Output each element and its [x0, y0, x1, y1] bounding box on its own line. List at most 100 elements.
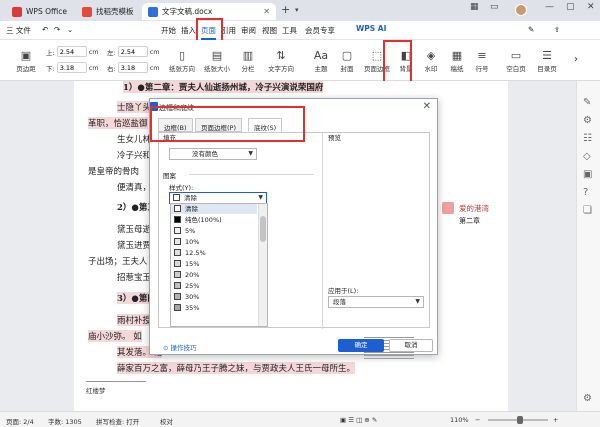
chevron-down-icon[interactable]: ▾	[295, 6, 299, 14]
doc-line: 庙小沙弥。 如	[88, 330, 142, 342]
layout-icon[interactable]: ▭	[490, 2, 499, 12]
doc-line: 子出场；王夫人	[88, 257, 148, 267]
top-margin-field[interactable]: 上: cm	[46, 46, 99, 57]
shape-icon[interactable]: ◇	[583, 151, 591, 162]
watermark-button[interactable]: ◈ 水印	[420, 48, 442, 73]
menu-home[interactable]: 开始	[161, 25, 176, 36]
menu-view[interactable]: 视图	[262, 25, 277, 36]
wps-ai-button[interactable]: WPS AI	[356, 24, 386, 33]
style-option[interactable]: 5%	[171, 226, 257, 236]
toc-page-button[interactable]: ☰ 目录页	[534, 48, 560, 73]
ribbon-page: ▣ 页边距 上: cm 下: cm 左: cm 右: cm ▯ 纸张方向 ▤ 纸…	[0, 40, 600, 81]
style-label: 样式(Y):	[169, 184, 194, 192]
share-icon[interactable]: ⇪	[554, 25, 560, 34]
style-option[interactable]: 纯色(100%)	[171, 215, 257, 225]
sliders-icon[interactable]: ☷	[583, 133, 592, 144]
adjust-icon[interactable]: ⚙	[583, 115, 592, 126]
apply-to-select[interactable]: 段落 ▼	[328, 296, 424, 308]
highlight-page-menu	[196, 18, 223, 42]
image-icon[interactable]: ▣	[583, 169, 592, 180]
menu-bar: 三 文件 ↶ ↷ ⌄ 开始 插入 页面 引用 审阅 视图 工具 会员专享 WPS…	[0, 21, 600, 40]
grid-icon[interactable]: ▦	[470, 2, 479, 12]
dropdown-scrollbar[interactable]	[258, 204, 267, 326]
line-number-button[interactable]: ≡ 行号	[471, 48, 493, 73]
zoom-in-icon[interactable]: +	[553, 416, 558, 424]
doc-line: 黛玉母逝	[117, 225, 152, 235]
proofread-button[interactable]: 校对	[160, 416, 173, 426]
tab-docer-templates[interactable]: 找稻壳模板	[76, 3, 142, 20]
left-margin-field[interactable]: 左: cm	[107, 46, 160, 57]
chevron-down-icon: ▼	[415, 298, 420, 305]
style-option[interactable]: 15%	[171, 259, 257, 269]
orientation-button[interactable]: ▯ 纸张方向	[167, 48, 197, 73]
left-margin-input[interactable]	[117, 46, 148, 57]
comment-icon[interactable]: ✎	[528, 25, 534, 34]
close-tab-icon[interactable]: ✕	[263, 7, 270, 16]
zoom-out-icon[interactable]: −	[475, 416, 480, 424]
orientation-icon: ▯	[178, 49, 186, 62]
spell-check-status[interactable]: 拼写检查: 打开	[96, 416, 139, 426]
highlight-page-border	[383, 40, 412, 83]
menu-review[interactable]: 审阅	[241, 25, 256, 36]
dialog-close-icon[interactable]: ✕	[423, 101, 431, 112]
pen-icon[interactable]: ✎	[583, 97, 591, 108]
style-option[interactable]: 35%	[171, 303, 257, 313]
paper-size-icon: ▤	[211, 49, 223, 62]
divider	[189, 174, 314, 175]
tab-wps-office[interactable]: WPS Office	[6, 3, 76, 20]
avatar[interactable]	[515, 4, 527, 16]
undo-icon[interactable]: ↶	[42, 25, 48, 34]
style-option[interactable]: 10%	[171, 237, 257, 247]
fill-color-select[interactable]: 没有颜色 ▼	[169, 148, 257, 160]
zoom-level[interactable]: 110%	[450, 416, 469, 424]
top-margin-input[interactable]	[56, 46, 87, 57]
bookmark-icon[interactable]: ❏	[583, 205, 592, 216]
redo-icon[interactable]: ↷	[54, 25, 60, 34]
help-icon[interactable]: ?	[583, 187, 588, 198]
cover-button[interactable]: ▢ 封面	[336, 48, 358, 73]
menu-member[interactable]: 会员专享	[305, 25, 335, 36]
page-indicator[interactable]: 页面: 2/4	[6, 416, 34, 426]
minimize-icon[interactable]: —	[545, 2, 554, 12]
blank-page-button[interactable]: ▭ 空白页	[503, 48, 529, 73]
style-option[interactable]: 25%	[171, 281, 257, 291]
new-tab-icon[interactable]: +	[281, 3, 290, 16]
paper-size-button[interactable]: ▤ 纸张大小	[202, 48, 232, 73]
doc-line: 革职，恰巡盐御	[88, 117, 148, 129]
footnote: 红楼梦	[86, 381, 146, 395]
style-option[interactable]: 20%	[171, 270, 257, 280]
right-sidebar: ✎ ⚙ ☷ ◇ ▣ ? ❏ ⚙	[576, 81, 600, 411]
close-window-icon[interactable]: ✕	[587, 2, 595, 12]
more-icon[interactable]: ⌄	[67, 25, 73, 34]
ribbon-more-icon[interactable]: ›	[574, 54, 578, 65]
word-count[interactable]: 字数: 1305	[48, 416, 82, 426]
margins-button[interactable]: ▣ 页边距	[14, 48, 38, 73]
right-margin-field[interactable]: 右: cm	[107, 62, 160, 73]
ok-button[interactable]: 确定	[338, 339, 384, 352]
manuscript-icon: ▦	[451, 49, 463, 62]
cancel-button[interactable]: 取消	[389, 339, 433, 352]
bottom-margin-field[interactable]: 下: cm	[46, 62, 99, 73]
right-margin-input[interactable]	[117, 62, 148, 73]
style-option[interactable]: 30%	[171, 292, 257, 302]
tips-link[interactable]: ⊙ 操作技巧	[163, 342, 197, 352]
manuscript-button[interactable]: ▦ 稿纸	[446, 48, 468, 73]
menu-references[interactable]: 引用	[221, 25, 236, 36]
comment-text: 第二章	[459, 217, 480, 225]
theme-button[interactable]: Aa 主题	[310, 48, 332, 73]
zoom-slider-handle[interactable]	[517, 416, 523, 424]
settings-icon[interactable]: ⚙	[583, 393, 592, 404]
style-option[interactable]: 清除	[171, 204, 257, 214]
columns-button[interactable]: ▥ 分栏	[236, 48, 260, 73]
style-option[interactable]: 12.5%	[171, 248, 257, 258]
menu-tools[interactable]: 工具	[282, 25, 297, 36]
text-direction-button[interactable]: ⇅ 文字方向	[264, 48, 298, 73]
doc-line: 是皇帝的骨肉	[88, 167, 140, 177]
menu-file[interactable]: 三 文件	[6, 25, 31, 36]
bottom-margin-input[interactable]	[56, 62, 87, 73]
maximize-icon[interactable]: ▢	[566, 2, 575, 12]
docer-icon	[82, 6, 92, 17]
menu-insert[interactable]: 插入	[181, 25, 196, 36]
style-dropdown-list[interactable]: 清除 纯色(100%) 5% 10% 12.5% 15% 20% 25% 30%…	[170, 203, 268, 327]
view-mode-icon[interactable]: ▣ ☰ ◫ ⊕ ✎	[340, 416, 377, 424]
